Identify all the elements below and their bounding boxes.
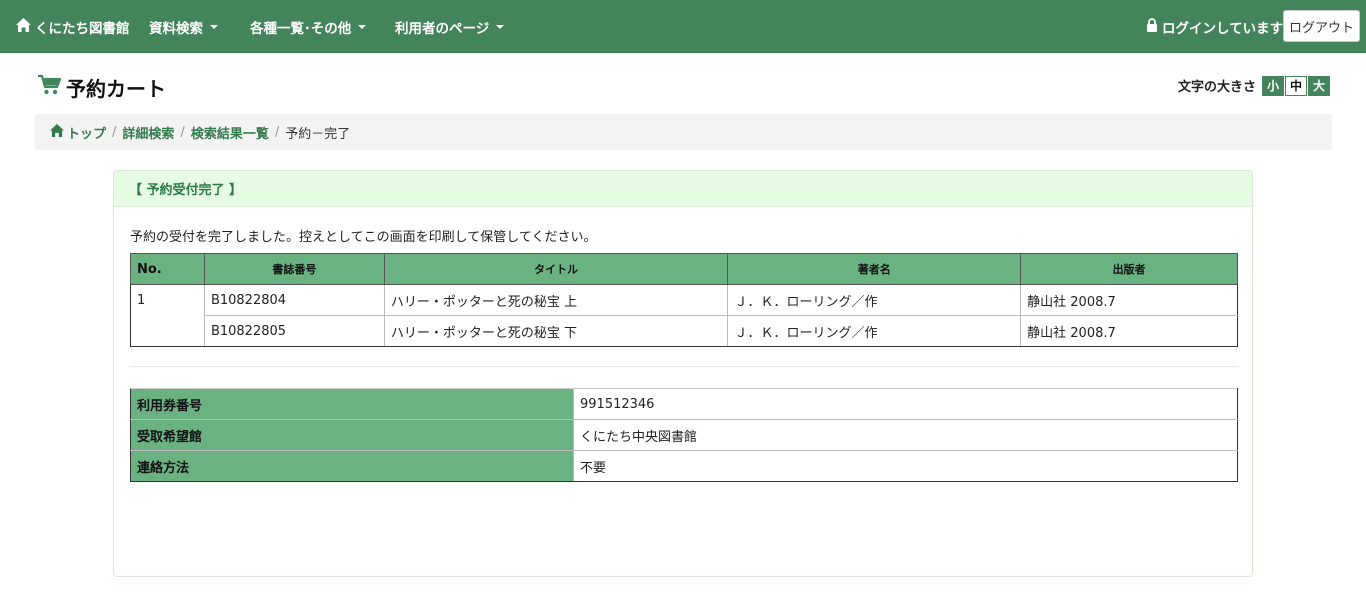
reservation-complete-panel: 【 予約受付完了 】 予約の受付を完了しました。控えとしてこの画面を印刷して保管… <box>113 170 1253 577</box>
search-menu[interactable]: 資料検索 <box>149 0 218 53</box>
contact-method-value: 不要 <box>573 450 1238 482</box>
column-header-no: No. <box>130 253 205 285</box>
caret-down-icon <box>496 24 505 29</box>
page-title: 予約カート <box>38 72 166 102</box>
top-navbar: くにたち図書館 資料検索 各種一覧･その他 利用者のページ ログインしています … <box>0 0 1366 53</box>
font-size-selector: 文字の大きさ 小 中 大 <box>1178 75 1331 96</box>
column-header-publisher: 出版者 <box>1020 253 1238 285</box>
lock-icon <box>1146 17 1162 36</box>
completion-message: 予約の受付を完了しました。控えとしてこの画面を印刷して保管してください。 <box>130 230 597 245</box>
home-link[interactable]: くにたち図書館 <box>16 0 130 53</box>
lists-menu-label: 各種一覧･その他 <box>250 20 352 37</box>
book-publisher: 静山社 2008.7 <box>1020 315 1238 347</box>
table-row: B10822805 ハリー・ポッターと死の秘宝 下 Ｊ．Ｋ．ローリング／作 静山… <box>131 315 1238 347</box>
divider <box>130 366 1238 367</box>
book-title: ハリー・ポッターと死の秘宝 下 <box>383 315 729 347</box>
breadcrumb-separator: / <box>112 124 117 140</box>
column-header-author: 著者名 <box>727 253 1022 285</box>
user-page-menu[interactable]: 利用者のページ <box>395 0 505 53</box>
home-icon <box>16 17 35 36</box>
table-header-row: No. 書誌番号 タイトル 著者名 出版者 <box>130 253 1238 285</box>
card-number-label: 利用券番号 <box>130 388 574 420</box>
reserved-books-table: No. 書誌番号 タイトル 著者名 出版者 1 B10822804 ハリー・ポッ… <box>130 253 1238 347</box>
pickup-library-label: 受取希望館 <box>130 419 574 451</box>
cart-icon <box>38 74 66 101</box>
search-menu-label: 資料検索 <box>149 20 203 37</box>
breadcrumb-current: 予約－完了 <box>285 126 351 142</box>
breadcrumb-separator: / <box>180 124 185 140</box>
book-publisher: 静山社 2008.7 <box>1020 284 1238 316</box>
breadcrumb-top-label: トップ <box>67 126 107 142</box>
contact-method-label: 連絡方法 <box>130 450 574 482</box>
caret-down-icon <box>358 24 367 29</box>
card-number-value: 991512346 <box>573 388 1238 420</box>
font-size-large-button[interactable]: 大 <box>1308 75 1331 96</box>
breadcrumb-separator: / <box>274 124 280 140</box>
info-row-card-number: 利用券番号 991512346 <box>130 388 1238 420</box>
book-title: ハリー・ポッターと死の秘宝 上 <box>383 284 729 316</box>
login-status-label: ログインしています <box>1162 20 1284 37</box>
home-icon <box>50 123 67 141</box>
breadcrumb-detail-search-link[interactable]: 詳細検索 <box>122 123 174 142</box>
pickup-library-value: くにたち中央図書館 <box>573 419 1238 451</box>
login-status: ログインしています <box>1146 0 1283 53</box>
info-row-contact-method: 連絡方法 不要 <box>130 450 1238 482</box>
book-author: Ｊ．Ｋ．ローリング／作 <box>727 284 1022 316</box>
book-author: Ｊ．Ｋ．ローリング／作 <box>727 315 1022 347</box>
reservation-info-table: 利用券番号 991512346 受取希望館 くにたち中央図書館 連絡方法 不要 <box>130 388 1238 482</box>
column-header-id: 書誌番号 <box>203 253 385 285</box>
page-title-label: 予約カート <box>66 76 166 101</box>
font-size-medium-button[interactable]: 中 <box>1285 75 1308 96</box>
breadcrumb: トップ / 詳細検索 / 検索結果一覧 / 予約－完了 <box>35 114 1332 150</box>
brand-label: くにたち図書館 <box>35 20 130 37</box>
breadcrumb-results-link[interactable]: 検索結果一覧 <box>191 123 269 142</box>
caret-down-icon <box>210 24 218 29</box>
column-header-title: タイトル <box>383 253 729 285</box>
panel-heading: 【 予約受付完了 】 <box>114 171 1252 207</box>
logout-button[interactable]: ログアウト <box>1283 10 1360 42</box>
book-id: B10822805 <box>203 315 385 347</box>
user-page-menu-label: 利用者のページ <box>395 20 490 37</box>
row-number: 1 <box>130 284 205 347</box>
info-row-pickup-library: 受取希望館 くにたち中央図書館 <box>130 419 1238 451</box>
lists-menu[interactable]: 各種一覧･その他 <box>250 0 367 53</box>
table-row: 1 B10822804 ハリー・ポッターと死の秘宝 上 Ｊ．Ｋ．ローリング／作 … <box>130 284 1238 347</box>
breadcrumb-top-link[interactable]: トップ <box>50 123 106 142</box>
book-id: B10822804 <box>203 284 385 316</box>
font-size-label: 文字の大きさ <box>1178 80 1257 95</box>
font-size-small-button[interactable]: 小 <box>1262 75 1285 96</box>
